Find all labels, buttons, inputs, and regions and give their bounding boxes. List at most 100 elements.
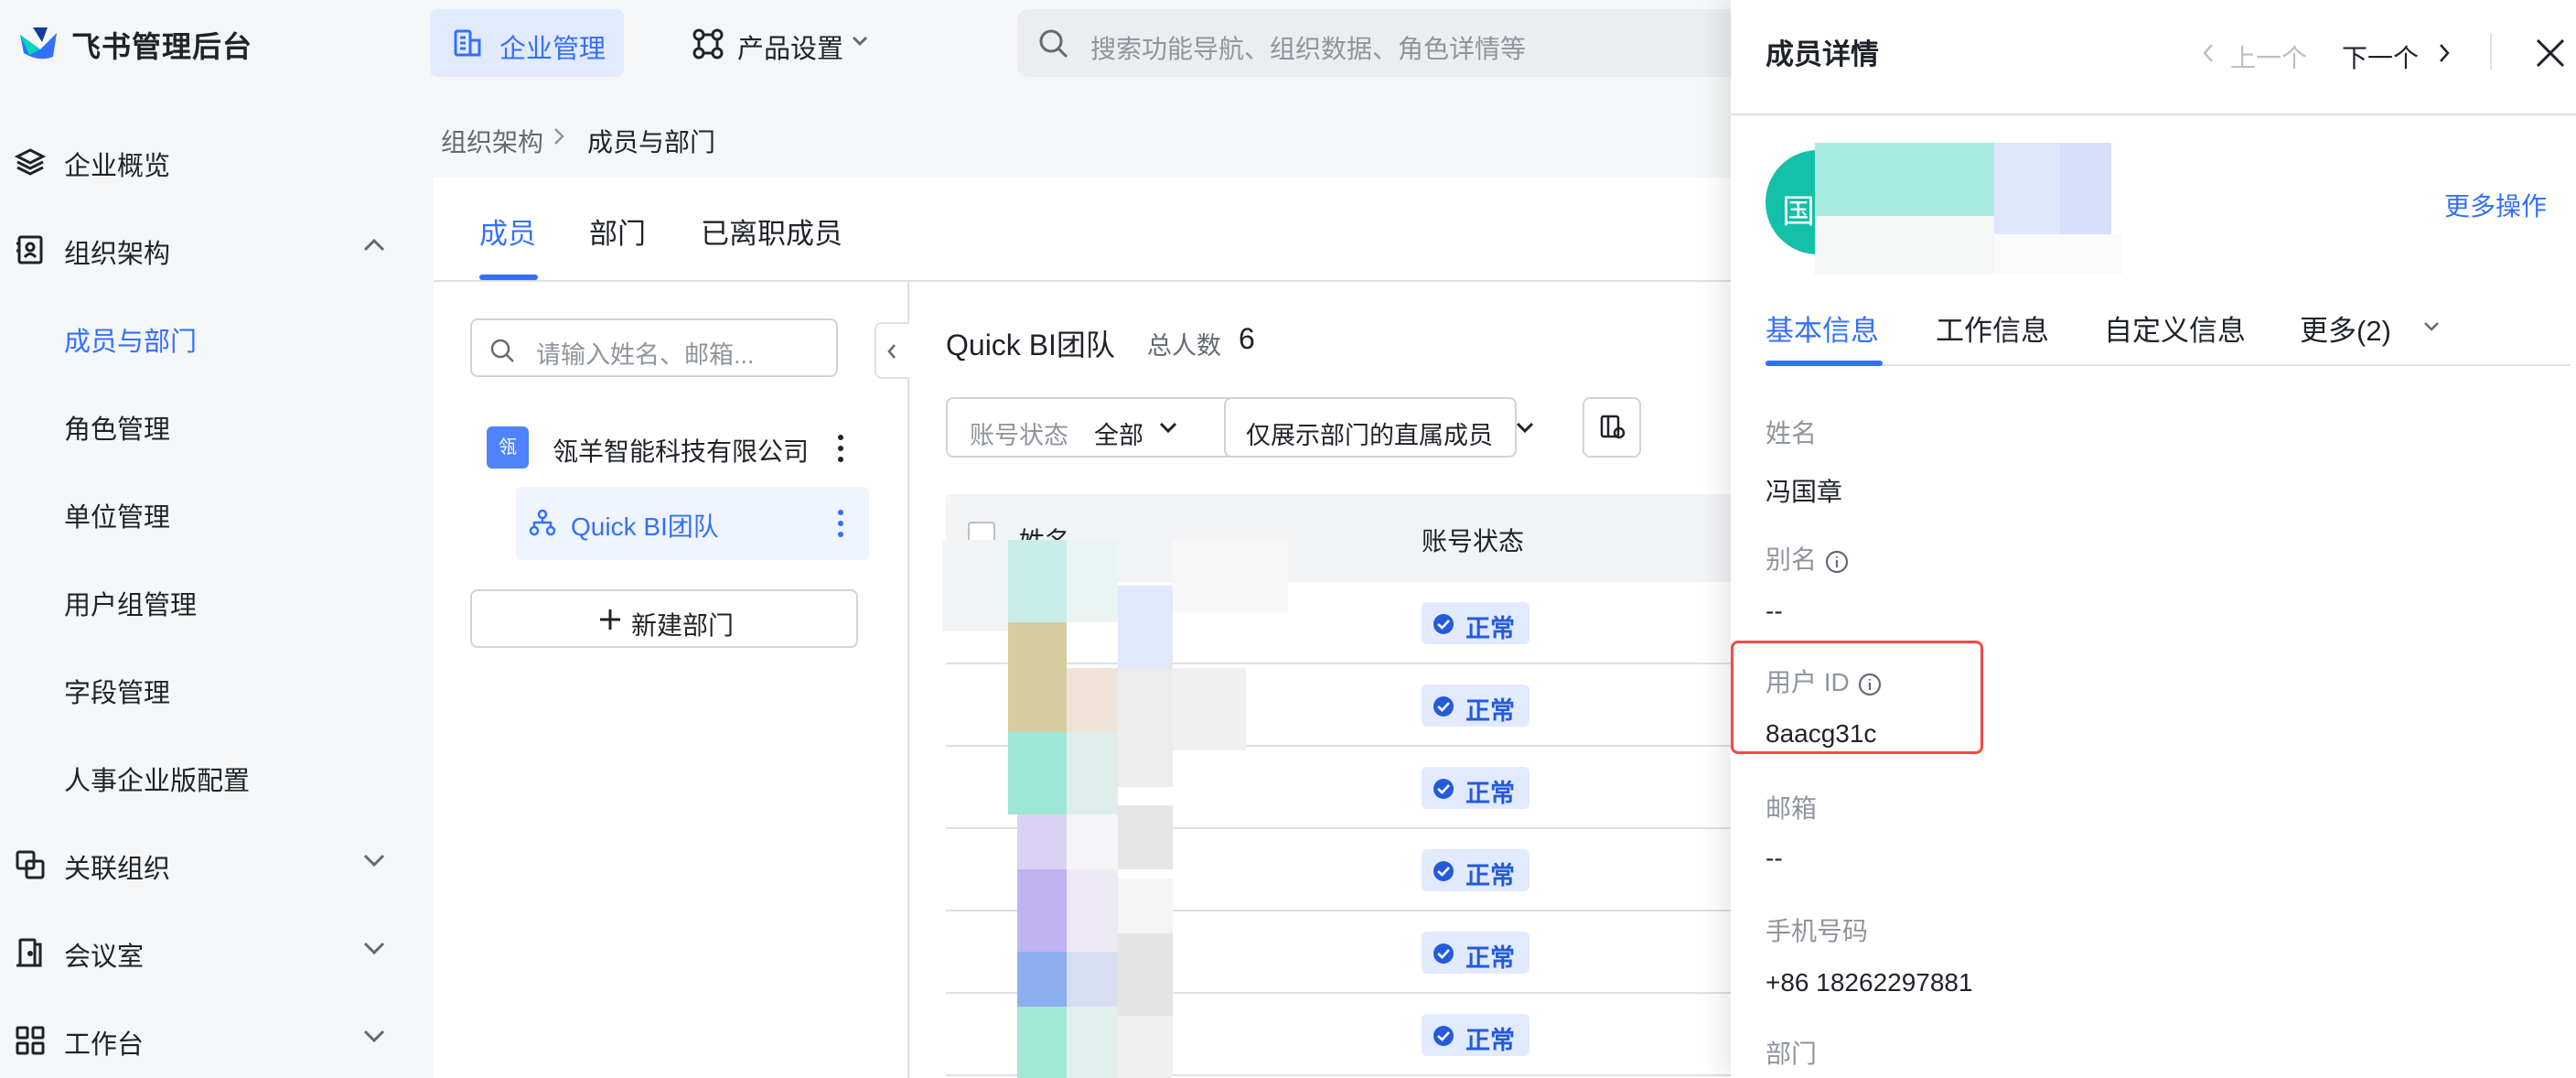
avatar-text: 国 bbox=[1782, 192, 1816, 230]
tree-node-company[interactable]: 瓴 瓴羊智能科技有限公司 bbox=[470, 414, 869, 483]
chevron-down-icon bbox=[851, 35, 869, 48]
global-search-input[interactable]: 搜索功能导航、组织数据、角色详情等 bbox=[1017, 9, 1731, 77]
more-actions-link[interactable]: 更多操作 bbox=[2444, 187, 2547, 223]
sidebar-item-overview[interactable]: 企业概览 bbox=[0, 124, 430, 198]
drawer-header-divider bbox=[1731, 113, 2576, 115]
tab-more[interactable]: 更多(2) bbox=[2300, 307, 2446, 347]
field-label-alias-text: 别名 bbox=[1766, 545, 1818, 574]
next-label: 下一个 bbox=[2342, 44, 2420, 72]
tab-departments[interactable]: 部门 bbox=[589, 210, 646, 252]
chevron-down-icon bbox=[362, 941, 386, 955]
org-chart-icon bbox=[529, 509, 556, 536]
chevron-left-icon bbox=[887, 344, 896, 359]
direct-members-filter[interactable]: 仅展示部门的直属成员 bbox=[1224, 397, 1534, 458]
nav-product-settings[interactable]: 产品设置 bbox=[684, 9, 895, 77]
column-settings-icon bbox=[1600, 415, 1626, 439]
chevron-down-icon bbox=[1158, 421, 1178, 434]
status-badge: 正常 bbox=[1422, 602, 1530, 644]
previous-label: 上一个 bbox=[2230, 44, 2308, 72]
sidebar-item-unit-management[interactable]: 单位管理 bbox=[0, 476, 430, 549]
sidebar-item-org-structure[interactable]: 组织架构 bbox=[0, 212, 430, 286]
company-logo: 瓴 bbox=[487, 426, 529, 469]
tab-active-indicator bbox=[479, 275, 538, 280]
department-tree-panel bbox=[434, 282, 909, 1078]
field-label-name: 姓名 bbox=[1766, 419, 1818, 447]
tab-resigned-members[interactable]: 已离职成员 bbox=[701, 210, 843, 252]
previous-member-button[interactable]: 上一个 bbox=[2195, 27, 2314, 79]
check-circle-icon bbox=[1433, 943, 1454, 965]
linked-squares-icon bbox=[15, 849, 46, 880]
apps-icon bbox=[692, 27, 724, 60]
contact-card-icon bbox=[15, 234, 46, 265]
account-status-filter[interactable]: 账号状态 全部 bbox=[946, 397, 1248, 458]
new-department-label: 新建部门 bbox=[631, 611, 735, 640]
filter-value: 仅展示部门的直属成员 bbox=[1246, 422, 1493, 449]
close-icon[interactable] bbox=[2530, 33, 2571, 73]
next-member-button[interactable]: 下一个 bbox=[2340, 27, 2459, 79]
field-value-phone: +86 18262297881 bbox=[1766, 968, 1973, 997]
field-value-email: -- bbox=[1766, 844, 1783, 872]
sidebar-item-label: 字段管理 bbox=[64, 679, 171, 708]
collapse-panel-button[interactable] bbox=[875, 322, 909, 379]
sidebar-item-meeting-rooms[interactable]: 会议室 bbox=[0, 915, 430, 988]
info-icon[interactable] bbox=[1824, 549, 1850, 575]
tab-more-label: 更多(2) bbox=[2300, 315, 2391, 347]
status-text: 正常 bbox=[1465, 780, 1515, 807]
sidebar-item-hr-config[interactable]: 人事企业版配置 bbox=[0, 739, 430, 813]
sidebar-item-workbench[interactable]: 工作台 bbox=[0, 1003, 430, 1076]
sidebar-item-label: 组织架构 bbox=[64, 240, 171, 269]
sidebar-item-user-group-management[interactable]: 用户组管理 bbox=[0, 564, 430, 637]
sidebar-item-members-and-departments[interactable]: 成员与部门 bbox=[0, 300, 430, 373]
field-label-alias: 别名 bbox=[1766, 540, 1850, 577]
breadcrumb-parent[interactable]: 组织架构 bbox=[441, 123, 543, 159]
check-circle-icon bbox=[1433, 778, 1454, 800]
sidebar-item-label: 企业概览 bbox=[64, 152, 171, 181]
header-divider bbox=[2490, 33, 2492, 70]
search-icon bbox=[1037, 27, 1070, 60]
sidebar-item-label: 人事企业版配置 bbox=[64, 767, 251, 796]
tab-work-info[interactable]: 工作信息 bbox=[1936, 307, 2049, 349]
filter-value: 全部 bbox=[1094, 422, 1143, 449]
status-badge: 正常 bbox=[1422, 849, 1530, 891]
chevron-down-icon bbox=[2422, 320, 2441, 333]
sidebar-item-label: 工作台 bbox=[64, 1030, 145, 1060]
tree-node-label: 瓴羊智能科技有限公司 bbox=[553, 437, 810, 466]
status-text: 正常 bbox=[1465, 1027, 1515, 1054]
sidebar-item-label: 单位管理 bbox=[64, 503, 171, 533]
member-search-placeholder: 请输入姓名、邮箱... bbox=[536, 341, 755, 369]
sidebar-item-label: 关联组织 bbox=[64, 855, 171, 884]
field-label-email: 邮箱 bbox=[1766, 794, 1818, 823]
check-circle-icon bbox=[1433, 695, 1454, 717]
chevron-down-icon bbox=[362, 1029, 386, 1043]
status-text: 正常 bbox=[1465, 615, 1515, 642]
total-count-value: 6 bbox=[1239, 322, 1255, 355]
chevron-down-icon bbox=[362, 853, 386, 868]
sidebar-item-label: 成员与部门 bbox=[64, 328, 198, 357]
drawer-title: 成员详情 bbox=[1766, 38, 1879, 70]
sidebar-item-role-management[interactable]: 角色管理 bbox=[0, 388, 430, 461]
tab-basic-info[interactable]: 基本信息 bbox=[1766, 307, 1879, 349]
tree-node-team[interactable]: Quick BI团队 bbox=[516, 487, 869, 560]
layers-icon bbox=[15, 146, 46, 178]
column-settings-button[interactable] bbox=[1583, 397, 1641, 458]
nav-enterprise-management[interactable]: 企业管理 bbox=[430, 9, 624, 77]
more-vertical-icon[interactable] bbox=[836, 509, 845, 538]
member-search-input[interactable]: 请输入姓名、邮箱... bbox=[470, 318, 838, 377]
check-circle-icon bbox=[1433, 613, 1454, 635]
check-circle-icon bbox=[1433, 1025, 1454, 1047]
feishu-logo-icon bbox=[16, 22, 60, 66]
team-title: Quick BI团队 bbox=[946, 329, 1115, 361]
redacted-name-mosaic bbox=[1813, 143, 2179, 278]
tab-bar: 成员 部门 已离职成员 bbox=[434, 178, 1731, 282]
new-department-button[interactable]: 新建部门 bbox=[470, 589, 858, 648]
more-vertical-icon[interactable] bbox=[836, 434, 845, 463]
filter-key: 账号状态 bbox=[970, 422, 1068, 449]
field-value-name: 冯国章 bbox=[1766, 478, 1843, 506]
redacted-names-mosaic bbox=[942, 540, 1290, 1078]
sidebar-item-field-management[interactable]: 字段管理 bbox=[0, 652, 430, 725]
sidebar-item-linked-orgs[interactable]: 关联组织 bbox=[0, 827, 430, 900]
tab-custom-info[interactable]: 自定义信息 bbox=[2104, 307, 2246, 349]
sidebar: 企业概览 组织架构 成员与部门 角色管理 单位管理 用户组管理 字段管理 人事企… bbox=[0, 93, 430, 1078]
tab-members[interactable]: 成员 bbox=[479, 210, 536, 252]
building-icon bbox=[452, 27, 483, 59]
